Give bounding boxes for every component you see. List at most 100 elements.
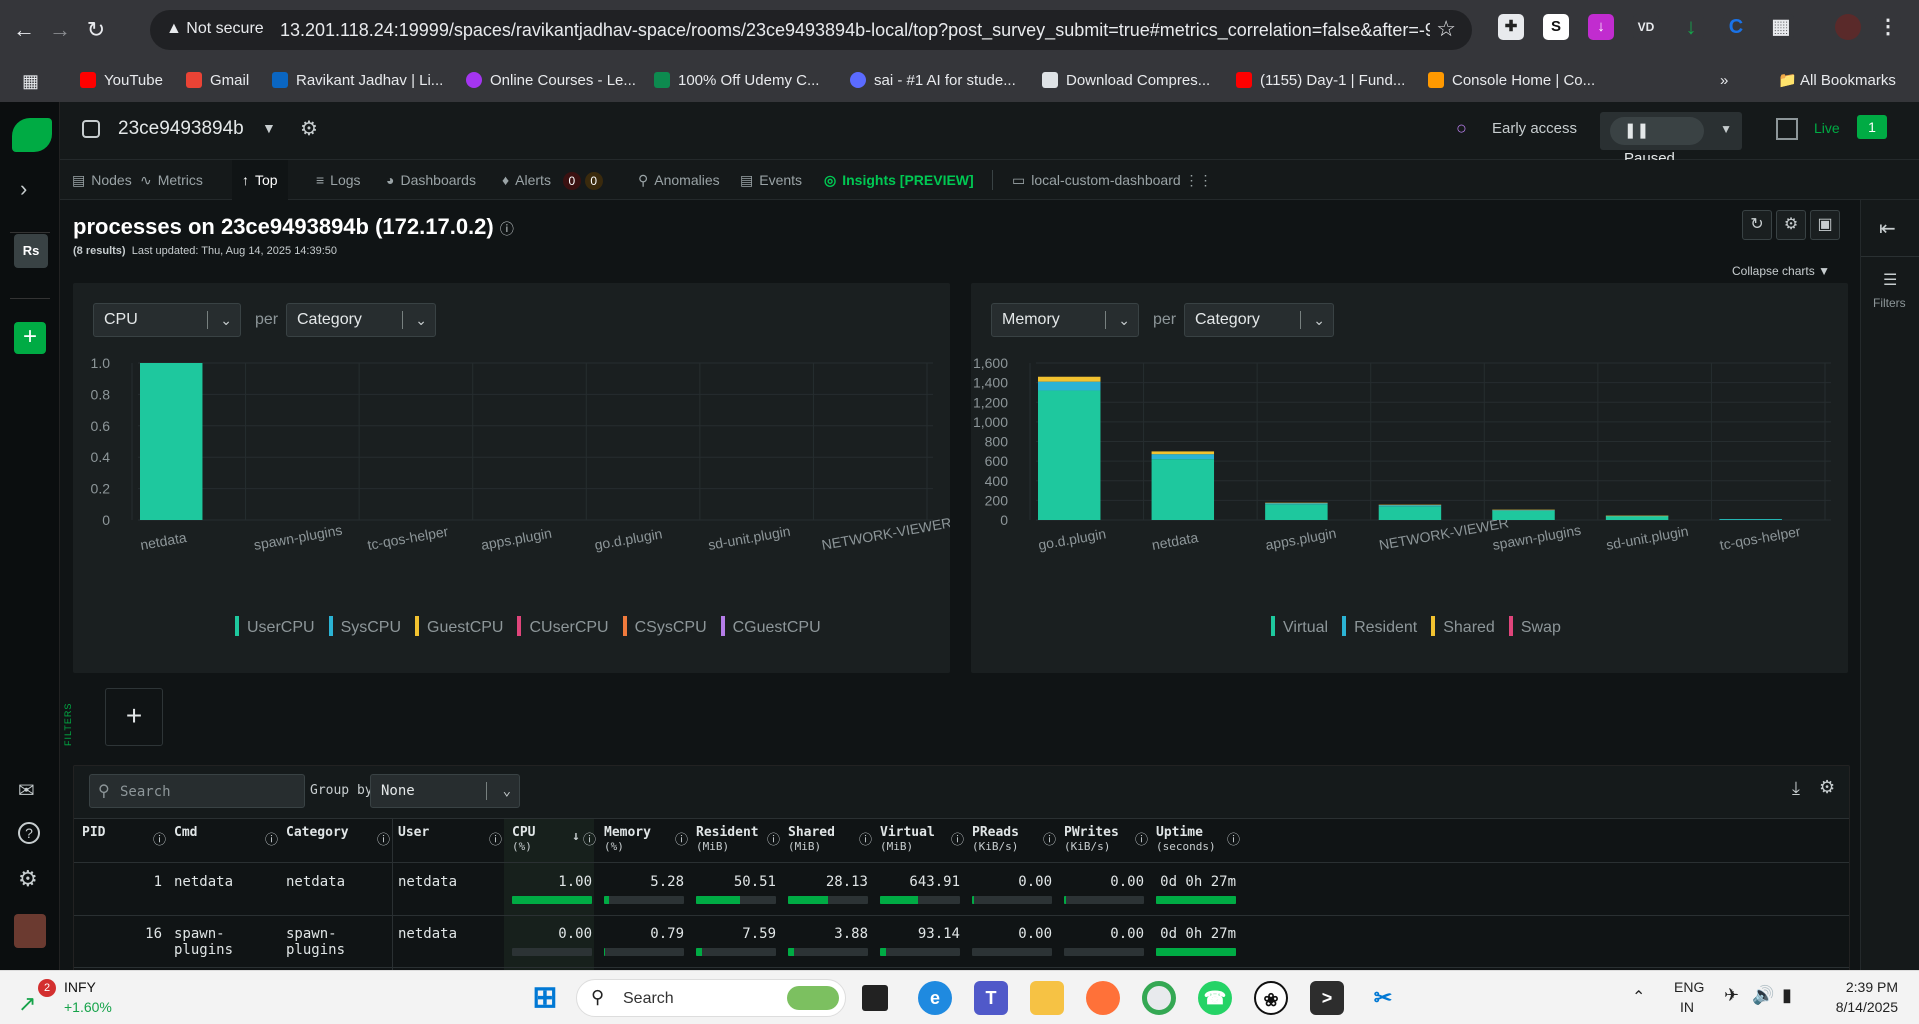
table-row[interactable]: 1 netdata netdata netdata 1.00 5.28 50.51 28.13… [74, 864, 1849, 916]
info-icon[interactable]: ⓘ [859, 829, 872, 848]
taskbar-search[interactable]: ⚲ Search [576, 979, 846, 1017]
memory-bar-shared[interactable] [1605, 515, 1669, 517]
collapse-charts-toggle[interactable]: Collapse charts ▼ [1732, 264, 1830, 278]
column-header-pid[interactable]: PID ⓘ [82, 825, 166, 848]
legend-item-virtual[interactable]: Virtual [1271, 616, 1328, 637]
column-header-uptime[interactable]: Uptime (seconds) ⓘ [1156, 825, 1240, 853]
tab-dashboards[interactable]: ◕ Dashboards [378, 160, 484, 200]
edge-icon[interactable]: e [918, 981, 952, 1015]
info-icon[interactable]: ⓘ [583, 829, 596, 848]
live-count-badge[interactable]: 1 [1857, 115, 1887, 139]
column-header-user[interactable]: User ⓘ [398, 825, 502, 848]
column-header-resident[interactable]: Resident (MiB) ⓘ [696, 825, 780, 853]
collapse-panel-icon[interactable]: ⇤ [1879, 216, 1896, 241]
column-header-memory[interactable]: Memory (%) ⓘ [604, 825, 688, 853]
lang-in[interactable]: IN [1680, 999, 1694, 1015]
memory-bar-virtual[interactable] [1038, 390, 1101, 520]
memory-bar-shared[interactable] [1492, 509, 1555, 511]
info-icon[interactable]: ⓘ [767, 829, 780, 848]
tab-metrics[interactable]: ∿ Metrics [132, 160, 211, 200]
memory-bar-virtual[interactable] [1378, 506, 1442, 520]
info-icon[interactable]: ⓘ [1135, 829, 1148, 848]
apps-grid-icon[interactable]: ▦ [22, 66, 39, 96]
table-settings-gear-icon[interactable]: ⚙ [1819, 777, 1835, 798]
info-icon[interactable]: ⓘ [489, 829, 502, 848]
bookmark-download-compress[interactable]: Download Compres... [1042, 66, 1210, 96]
tab-local-custom-dashboard[interactable]: ▭ local-custom-dashboard ⋮⋮ [1004, 160, 1221, 200]
table-row[interactable]: 16 spawn-plugins spawn-plugins netdata 0.00 0… [74, 916, 1849, 968]
column-header-cmd[interactable]: Cmd ⓘ [174, 825, 278, 848]
room-settings-gear-icon[interactable]: ⚙ [300, 116, 318, 141]
view-settings-gear-icon[interactable]: ⚙ [1776, 210, 1806, 240]
extension-game-icon[interactable]: ✚ [1498, 14, 1524, 40]
mail-icon[interactable]: ✉ [18, 778, 35, 803]
tab-nodes[interactable]: ▤ Nodes [62, 160, 142, 200]
not-secure-label[interactable]: ▲ Not secure [166, 20, 264, 38]
memory-bar-virtual[interactable] [1265, 504, 1328, 520]
legend-item-swap[interactable]: Swap [1508, 616, 1561, 637]
memory-groupby-select[interactable]: Category ⌄ [1184, 303, 1334, 337]
column-header-preads[interactable]: PReads (KiB/s) ⓘ [972, 825, 1056, 853]
column-header-category[interactable]: Category ⓘ [286, 825, 390, 848]
netdata-logo[interactable] [12, 118, 52, 152]
stock-widget[interactable]: ↗ 2 [18, 979, 56, 1016]
settings-gear-icon[interactable]: ⚙ [18, 866, 38, 892]
bookmark-console-home[interactable]: Console Home | Co... [1428, 66, 1595, 96]
refresh-icon[interactable]: ↻ [1742, 210, 1772, 240]
file-explorer-icon[interactable] [1030, 981, 1064, 1015]
info-icon[interactable]: ⓘ [153, 829, 166, 848]
download-icon[interactable]: ⤓ [1792, 778, 1800, 799]
filter-icon[interactable]: ☰ [1883, 270, 1897, 290]
bookmark-gmail[interactable]: Gmail [186, 66, 249, 96]
memory-bar-virtual[interactable] [1151, 459, 1215, 520]
legend-item-usercpu[interactable]: UserCPU [235, 616, 315, 637]
extensions-puzzle-icon[interactable]: ▦ [1768, 14, 1794, 40]
memory-bar-resident[interactable] [1719, 519, 1782, 520]
memory-bar-shared[interactable] [1151, 451, 1215, 455]
bookmark-sai[interactable]: sai - #1 AI for stude... [850, 66, 1016, 96]
info-icon[interactable]: ⓘ [265, 829, 278, 848]
task-view-icon[interactable] [862, 985, 888, 1011]
memory-bar-shared[interactable] [1378, 504, 1442, 506]
info-icon[interactable]: ⓘ [951, 829, 964, 848]
tab-alerts[interactable]: ♦ Alerts 0 0 [494, 160, 611, 200]
legend-item-syscpu[interactable]: SysCPU [328, 616, 401, 637]
column-header-virtual[interactable]: Virtual (MiB) ⓘ [880, 825, 964, 853]
reload-icon[interactable]: ↻ [80, 14, 112, 46]
clock-date[interactable]: 8/14/2025 [1822, 999, 1898, 1015]
memory-bar-resident[interactable] [1378, 505, 1442, 507]
legend-item-shared[interactable]: Shared [1431, 616, 1495, 637]
room-dropdown-chevron-icon[interactable]: ▼ [262, 120, 276, 136]
extension-download-icon[interactable]: ↓ [1588, 14, 1614, 40]
bookmark-udemy-offer[interactable]: 100% Off Udemy C... [654, 66, 819, 96]
user-avatar[interactable] [14, 914, 46, 948]
legend-item-csyscpu[interactable]: CSysCPU [622, 616, 707, 637]
volume-icon[interactable]: 🔊 [1752, 985, 1774, 1006]
info-icon[interactable]: ⓘ [1043, 829, 1056, 848]
address-bar[interactable]: ▲ Not secure 13.201.118.24:19999/spaces/… [150, 10, 1472, 50]
bookmark-linkedin[interactable]: Ravikant Jadhav | Li... [272, 66, 443, 96]
profile-avatar[interactable] [1835, 14, 1861, 40]
lang-eng[interactable]: ENG [1674, 979, 1704, 995]
tab-events[interactable]: ▤ Events [732, 160, 810, 200]
memory-bar-resident[interactable] [1038, 381, 1101, 391]
cpu-groupby-select[interactable]: Category ⌄ [286, 303, 436, 337]
tab-insights[interactable]: ◎ Insights [PREVIEW] [816, 160, 982, 200]
cpu-bar-usercpu[interactable] [140, 363, 203, 520]
tray-overflow-chevron-icon[interactable]: ⌃ [1632, 987, 1645, 1007]
help-icon[interactable]: ? [18, 822, 40, 844]
extension-s-icon[interactable]: S [1543, 14, 1569, 40]
airplane-icon[interactable]: ✈ [1724, 985, 1739, 1006]
column-header-cpu[interactable]: CPU (%) ⓘ ↓ [512, 825, 596, 853]
room-name[interactable]: 23ce9493894b [118, 118, 244, 140]
chrome-icon[interactable] [1142, 981, 1176, 1015]
bookmark-day1[interactable]: (1155) Day-1 | Fund... [1236, 66, 1405, 96]
nodes-icon[interactable] [1776, 118, 1798, 140]
memory-bar-shared[interactable] [1038, 376, 1101, 382]
save-floppy-icon[interactable]: ▣ [1810, 210, 1840, 240]
filters-side-label[interactable]: FILTERS [63, 696, 77, 746]
info-icon[interactable]: ⓘ [500, 221, 514, 237]
extension-green-arrow-icon[interactable]: ↓ [1678, 14, 1704, 40]
memory-bar-virtual[interactable] [1605, 516, 1669, 520]
legend-item-cguestcpu[interactable]: CGuestCPU [720, 616, 821, 637]
